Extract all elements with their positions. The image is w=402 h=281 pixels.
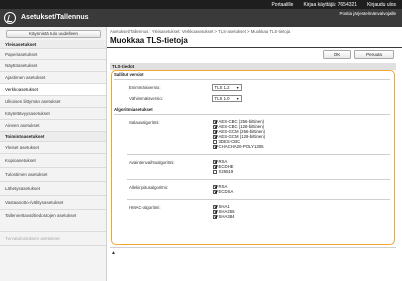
sidebar: Käynnistä tulo uudelleen Yleisasetukset … [0,27,107,281]
top-bar: Portaalille Kirjaa käyttäjä: 7654321 Kir… [0,0,402,9]
checkbox-icon[interactable] [213,169,217,174]
scroll-to-top-icon[interactable]: ▲ [111,250,116,256]
divider [127,199,390,200]
sidebar-item-copy[interactable]: Kopioasetukset [0,154,106,168]
checkbox-icon[interactable] [213,189,217,194]
checkbox-icon[interactable] [213,119,217,124]
checkbox-icon[interactable] [213,134,217,139]
tls-info-section-header: TLS-tiedot [110,63,396,70]
checkbox-icon[interactable] [213,139,217,144]
checkbox-hmac-sha384[interactable]: SHA384 [213,214,235,219]
hmac-algorithm-label: HMAC-algoritmi: [129,205,161,210]
settings-logo-icon [4,12,16,24]
algorithm-settings-heading: Algoritmiasetukset [114,107,153,112]
ok-button[interactable]: OK [323,50,351,59]
portal-link[interactable]: Portaalille [271,2,293,8]
sidebar-section-general: Yleisasetukset [0,40,106,49]
checkbox-sig-ecdsa[interactable]: ECDSA [213,189,233,194]
max-version-value: TLS 1.2 [214,85,230,90]
checkbox-icon[interactable] [213,204,217,209]
max-version-select[interactable]: TLS 1.2 ▼ [212,84,242,91]
min-version-label: Vähimmäisversio: [129,96,163,101]
main-content: Asetukset/Tallennus : Yleisasetukset: Ve… [107,27,402,281]
app-title: Asetukset/Tallennus [21,13,89,21]
cancel-button[interactable]: Peruuta [354,50,394,59]
checkbox-icon[interactable] [213,129,217,134]
logout-link[interactable]: Kirjaudu ulos [367,2,396,8]
logged-in-user: Kirjaa käyttäjä: 7654321 [303,1,358,8]
app-header: Asetukset/Tallennus Postia järjestelmänv… [0,9,402,27]
divider [114,114,390,115]
divider [114,79,390,80]
signature-algorithm-label: Allekirjoitusalgoritmi: [129,185,169,190]
divider [127,179,390,180]
checkbox-icon[interactable] [213,124,217,129]
checkbox-kx-x25519[interactable]: X25519 [213,169,233,174]
sidebar-item-network[interactable]: Verkkoasetukset [0,84,106,96]
mail-admin-link[interactable]: Postia järjestelmänvalvojalle [339,11,396,16]
min-version-value: TLS 1.0 [214,96,230,101]
sidebar-item-external-interface[interactable]: Ulkoisen liittymän asetukset [0,96,106,108]
sidebar-item-media[interactable]: Aineen asetukset [0,120,106,132]
sidebar-item-store-access-files[interactable]: Tallennettavat/tiedostojen asetukset [0,210,106,232]
sidebar-section-functions: Toimintoasetukset [0,132,106,142]
checkbox-icon[interactable] [213,184,217,189]
checkbox-icon[interactable] [213,164,217,169]
sidebar-item-printer[interactable]: Tulostimen asetukset [0,168,106,182]
breadcrumb: Asetukset/Tallennus : Yleisasetukset: Ve… [110,29,291,34]
divider [127,154,390,155]
sidebar-item-paper[interactable]: Paperiasetukset [0,49,106,60]
sidebar-item-send[interactable]: Lähetysasetukset [0,182,106,196]
sidebar-item-receive-forward[interactable]: Vastaanotto-/välitysasetukset [0,196,106,210]
checkbox-label: ECDSA [218,189,234,194]
allowed-versions-heading: Sallitut versiot [114,72,144,77]
sidebar-item-timer[interactable]: Ajastimen asetukset [0,72,106,84]
sidebar-item-secure-print[interactable]: Turvatulostuksen asetukset [0,232,106,246]
max-version-label: Enimmäisversio: [129,85,161,90]
restart-button[interactable]: Käynnistä tulo uudelleen [6,30,101,38]
sidebar-item-display[interactable]: Näyttöasetukset [0,60,106,72]
checkbox-label: CHACHA20-POLY1305 [218,144,264,149]
chevron-down-icon: ▼ [236,85,240,90]
checkbox-icon[interactable] [213,159,217,164]
checkbox-icon[interactable] [213,144,217,149]
checkbox-label: SHA384 [218,214,235,219]
checkbox-label: X25519 [218,169,234,174]
sidebar-item-common[interactable]: Yleiset asetukset [0,142,106,154]
checkbox-icon[interactable] [213,214,217,219]
checkbox-icon[interactable] [213,209,217,214]
min-version-select[interactable]: TLS 1.0 ▼ [212,95,242,102]
sidebar-item-accessibility[interactable]: Käytettävyysasetukset [0,108,106,120]
title-divider [107,47,402,48]
chevron-down-icon: ▼ [236,96,240,101]
page-title: Muokkaa TLS-tietoja [110,36,188,45]
encryption-algorithm-label: Salausalgoritmi: [129,120,160,125]
top-links: Portaalille Kirjaa käyttäjä: 7654321 Kir… [271,2,396,8]
bottom-divider [110,247,396,248]
key-exchange-label: Avaintenvaihtoalgoritmi: [129,160,175,165]
checkbox-chacha20[interactable]: CHACHA20-POLY1305 [213,144,264,149]
